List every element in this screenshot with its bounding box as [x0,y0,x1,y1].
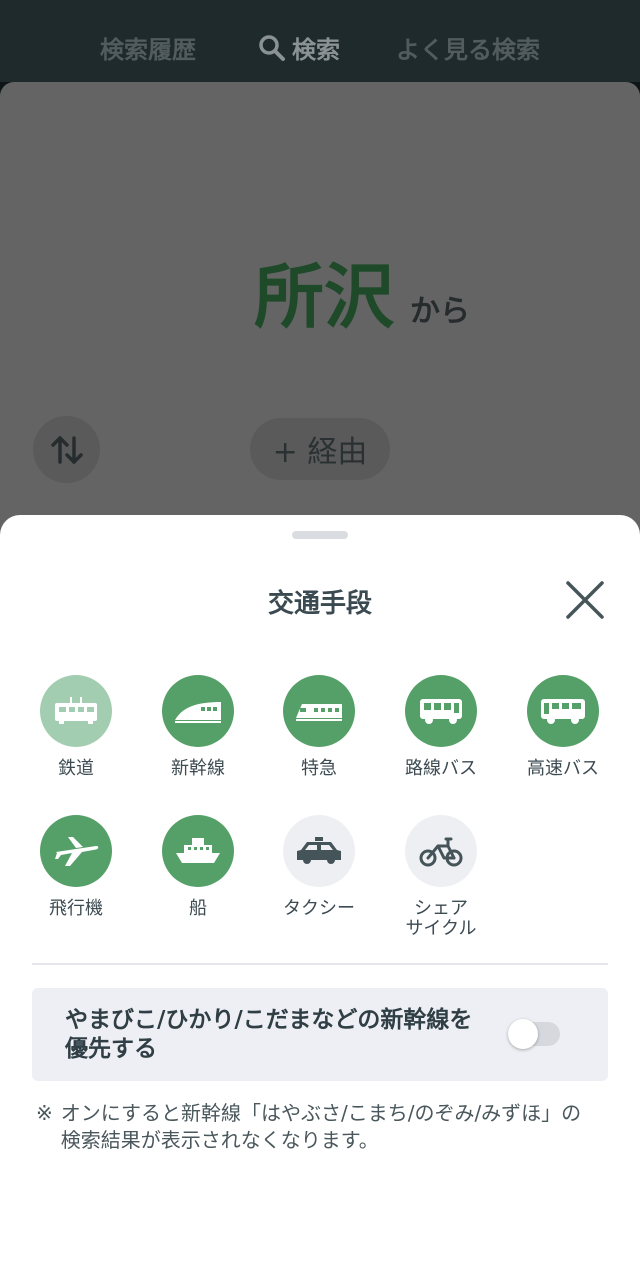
mode-label: 特急 [301,758,337,779]
mode-label: 路線バス [405,758,477,779]
tab-search-label: 検索 [292,36,340,64]
mode-shinkansen[interactable]: 新幹線 [138,675,258,779]
swap-arrows-icon [50,435,83,464]
sheet-title: 交通手段 [267,589,372,619]
tab-frequent-search[interactable]: よく見る検索 [396,30,540,65]
mode-taxi[interactable]: タクシー [259,815,379,919]
train-icon [55,697,97,724]
mode-label: 船 [189,898,207,919]
swap-stations-button[interactable] [33,416,100,483]
top-tab-bar: 検索履歴 検索 よく見る検索 [0,0,640,82]
mode-route-bus[interactable]: 路線バス [381,675,501,779]
note-text: オンにすると新幹線「はやぶさ/こまち/のぞみ/みずほ」の検索結果が表示されなくな… [60,1101,582,1152]
add-via-button[interactable]: + 経由 [250,418,390,480]
mode-label: タクシー [283,898,355,919]
route-bus-icon [420,699,462,724]
mode-label: 飛行機 [49,898,103,919]
highway-bus-icon [541,699,585,724]
mode-label: 新幹線 [171,758,225,779]
mode-circle [527,675,599,747]
taxi-icon [297,837,341,864]
limited-express-icon [296,704,342,721]
shinkansen-preference-label: やまびこ/ひかり/こだまなどの新幹線を優先する [65,1007,473,1062]
mode-train[interactable]: 鉄道 [16,675,136,779]
bicycle-icon [419,837,463,867]
mode-circle [405,815,477,887]
mode-circle [162,815,234,887]
origin-station[interactable]: 所沢 から [254,262,470,332]
close-button[interactable] [560,575,610,625]
divider [32,963,608,965]
mode-circle [40,815,112,887]
tab-search[interactable]: 検索 [258,30,340,65]
airplane-icon [55,837,99,866]
mode-label: 鉄道 [58,758,94,779]
origin-station-name: 所沢 [254,256,394,338]
shinkansen-preference-row[interactable]: やまびこ/ひかり/こだまなどの新幹線を優先する [32,988,608,1081]
sheet-drag-handle[interactable] [292,531,348,539]
shinkansen-icon [175,702,221,723]
preference-note: ※ オンにすると新幹線「はやぶさ/こまち/のぞみ/みずほ」の検索結果が表示されな… [36,1100,596,1154]
transport-mode-sheet: 交通手段 鉄道 新幹線 特急 路線バス 高速バス 飛行機 船 タクシー シェア … [0,515,640,1280]
ship-icon [176,838,220,863]
mode-share-cycle[interactable]: シェア サイクル [381,815,501,939]
mode-highway-bus[interactable]: 高速バス [503,675,623,779]
mode-limited-express[interactable]: 特急 [259,675,379,779]
mode-label: 高速バス [527,758,599,779]
close-icon [566,581,604,619]
search-icon [259,34,285,61]
toggle-knob [508,1019,538,1049]
mode-circle [405,675,477,747]
mode-circle [283,815,355,887]
mode-circle [283,675,355,747]
mode-airplane[interactable]: 飛行機 [16,815,136,919]
mode-circle [40,675,112,747]
note-mark: ※ [36,1101,53,1125]
tab-search-history[interactable]: 検索履歴 [100,30,196,65]
mode-label: シェア サイクル [405,898,477,939]
shinkansen-preference-toggle[interactable] [508,1019,560,1049]
mode-ship[interactable]: 船 [138,815,258,919]
origin-suffix: から [410,294,470,329]
mode-circle [162,675,234,747]
